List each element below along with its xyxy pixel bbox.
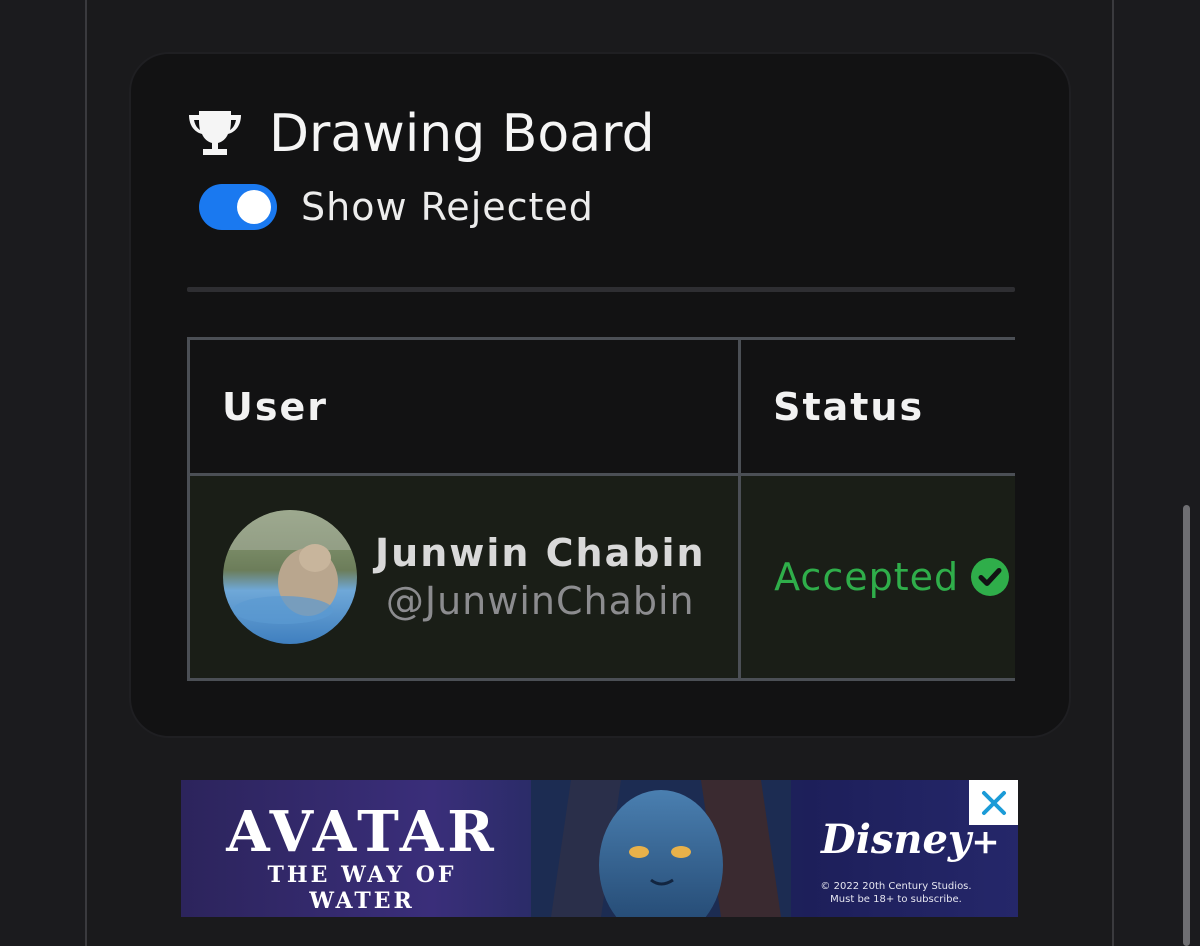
drawing-board-card: Drawing Board Show Rejected User Status: [129, 52, 1071, 738]
scrollbar-thumb[interactable]: [1183, 505, 1190, 946]
trophy-icon: [189, 111, 241, 155]
user-handle[interactable]: @JunwinChabin: [375, 579, 706, 623]
submissions-table-wrap[interactable]: User Status Junwin Chabin @JunwinChabin …: [187, 337, 1015, 681]
page-title: Drawing Board: [269, 104, 655, 164]
show-rejected-label[interactable]: Show Rejected: [301, 185, 594, 229]
ad-brand-plus: +: [971, 822, 1000, 862]
advertisement-banner[interactable]: AVATAR THE WAY OF WATER Disney+ © 2022 2…: [181, 780, 1018, 917]
status-text: Accepted: [774, 555, 960, 599]
show-rejected-row: Show Rejected: [199, 184, 594, 230]
user-name[interactable]: Junwin Chabin: [375, 531, 706, 575]
show-rejected-toggle[interactable]: [199, 184, 277, 230]
submissions-table: User Status Junwin Chabin @JunwinChabin …: [187, 337, 1015, 681]
ad-brand-text: Disney: [821, 816, 972, 863]
ad-character-image: [531, 780, 791, 917]
column-header-status: Status: [738, 337, 1015, 476]
avatar[interactable]: [223, 510, 357, 644]
user-cell: Junwin Chabin @JunwinChabin: [187, 473, 742, 681]
close-icon: [981, 790, 1006, 815]
ad-close-button[interactable]: [969, 780, 1018, 825]
table-header-row: User Status: [187, 337, 1015, 476]
ad-legal-line-1: © 2022 20th Century Studios.: [820, 881, 972, 892]
toggle-knob: [237, 190, 271, 224]
column-header-user: User: [187, 337, 742, 476]
check-circle-icon: [971, 558, 1010, 596]
ad-legal-text: © 2022 20th Century Studios. Must be 18+…: [801, 880, 991, 906]
card-header: Drawing Board: [187, 104, 655, 164]
status-cell: Accepted: [738, 473, 1015, 681]
ad-title: AVATAR: [226, 799, 498, 865]
ad-logo: AVATAR THE WAY OF WATER: [217, 802, 507, 914]
ad-legal-line-2: Must be 18+ to subscribe.: [830, 894, 962, 905]
divider: [187, 287, 1015, 292]
table-row: Junwin Chabin @JunwinChabin Accepted: [187, 473, 1015, 681]
ad-subtitle: THE WAY OF WATER: [267, 862, 457, 914]
